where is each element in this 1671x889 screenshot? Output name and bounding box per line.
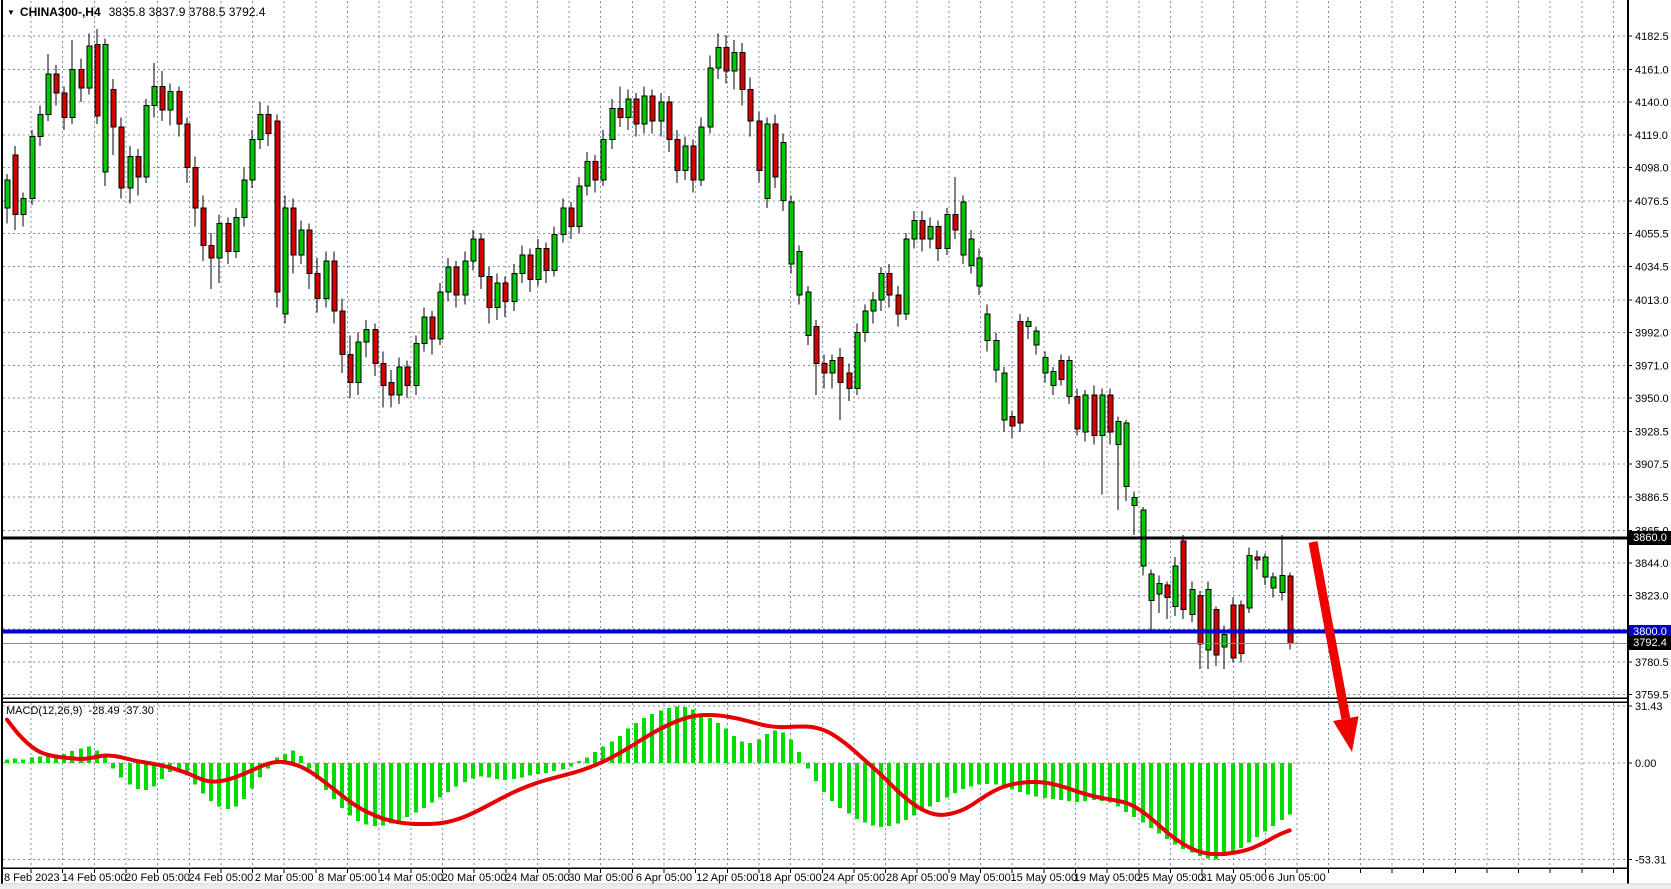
svg-text:4055.5: 4055.5 [1635, 229, 1669, 241]
svg-text:25 May 05:00: 25 May 05:00 [1137, 872, 1204, 884]
svg-text:3844.0: 3844.0 [1635, 558, 1669, 570]
symbol-period-label: CHINA300-,H4 [20, 5, 101, 19]
svg-text:3907.5: 3907.5 [1635, 459, 1669, 471]
svg-text:0.00: 0.00 [1635, 758, 1656, 770]
svg-text:31 May 05:00: 31 May 05:00 [1200, 872, 1267, 884]
svg-text:2 Mar 05:00: 2 Mar 05:00 [255, 872, 314, 884]
svg-text:24 Apr 05:00: 24 Apr 05:00 [823, 872, 885, 884]
svg-text:20 Mar 05:00: 20 Mar 05:00 [442, 872, 507, 884]
svg-text:14 Feb 05:00: 14 Feb 05:00 [62, 872, 127, 884]
svg-text:4013.0: 4013.0 [1635, 295, 1669, 307]
svg-text:8 Feb 2023: 8 Feb 2023 [4, 872, 60, 884]
price-badge-bid: 3792.4 [1629, 636, 1671, 650]
svg-text:3992.0: 3992.0 [1635, 328, 1669, 340]
ohlc-values: 3835.8 3837.9 3788.5 3792.4 [109, 5, 266, 19]
svg-text:24 Mar 05:00: 24 Mar 05:00 [505, 872, 570, 884]
svg-text:4076.5: 4076.5 [1635, 196, 1669, 208]
macd-indicator-label: MACD(12,26,9) -28.49 -37.30 [6, 705, 154, 717]
chart-canvas[interactable]: 4182.5 4161.0 4140.0 4119.0 4098.0 4076.5 4055… [0, 0, 1671, 889]
svg-text:4182.5: 4182.5 [1635, 31, 1669, 43]
svg-text:14 Mar 05:00: 14 Mar 05:00 [378, 872, 443, 884]
svg-text:3928.5: 3928.5 [1635, 426, 1669, 438]
price-axis-labels[interactable]: 4182.5 4161.0 4140.0 4119.0 4098.0 4076.5 4055… [1628, 31, 1669, 702]
svg-text:18 Apr 05:00: 18 Apr 05:00 [759, 872, 821, 884]
svg-text:4034.5: 4034.5 [1635, 261, 1669, 273]
chart-title-bar: ▼ CHINA300-,H4 3835.8 3837.9 3788.5 3792… [7, 5, 265, 19]
svg-text:3971.0: 3971.0 [1635, 360, 1669, 372]
svg-text:4161.0: 4161.0 [1635, 64, 1669, 76]
svg-text:-53.31: -53.31 [1635, 854, 1666, 866]
svg-text:6 Jun 05:00: 6 Jun 05:00 [1268, 872, 1326, 884]
trading-chart-window: 4182.5 4161.0 4140.0 4119.0 4098.0 4076.5 4055… [0, 0, 1671, 889]
svg-text:12 Apr 05:00: 12 Apr 05:00 [696, 872, 758, 884]
symbol-dropdown-icon[interactable]: ▼ [7, 8, 15, 17]
macd-name: MACD(12,26,9) [6, 705, 82, 717]
svg-text:24 Feb 05:00: 24 Feb 05:00 [188, 872, 253, 884]
svg-text:31.43: 31.43 [1635, 701, 1663, 713]
svg-text:3759.5: 3759.5 [1635, 690, 1669, 702]
svg-text:19 May 05:00: 19 May 05:00 [1074, 872, 1141, 884]
svg-text:3886.5: 3886.5 [1635, 492, 1669, 504]
svg-text:8 Mar 05:00: 8 Mar 05:00 [318, 872, 377, 884]
svg-text:28 Apr 05:00: 28 Apr 05:00 [886, 872, 948, 884]
svg-text:3823.0: 3823.0 [1635, 591, 1669, 603]
svg-text:4119.0: 4119.0 [1635, 130, 1668, 142]
svg-text:15 May 05:00: 15 May 05:00 [1010, 872, 1077, 884]
svg-text:9 May 05:00: 9 May 05:00 [950, 872, 1011, 884]
svg-text:6 Apr 05:00: 6 Apr 05:00 [636, 872, 692, 884]
svg-text:4140.0: 4140.0 [1635, 97, 1669, 109]
svg-text:3950.0: 3950.0 [1635, 393, 1669, 405]
price-badge-3860: 3860.0 [1629, 531, 1671, 545]
svg-text:30 Mar 05:00: 30 Mar 05:00 [568, 872, 633, 884]
svg-text:4098.0: 4098.0 [1635, 163, 1669, 175]
svg-text:20 Feb 05:00: 20 Feb 05:00 [125, 872, 190, 884]
macd-values: -28.49 -37.30 [88, 705, 153, 717]
svg-text:3780.5: 3780.5 [1635, 657, 1669, 669]
